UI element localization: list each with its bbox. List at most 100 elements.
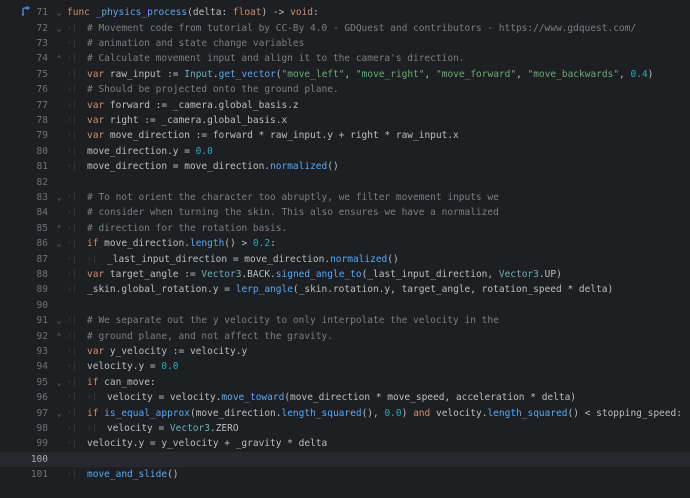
tab-indent-marker: ›| — [67, 238, 77, 248]
tab-indent-marker: ›| — [67, 145, 77, 155]
code-token: forward := _camera.global_basis.z — [109, 99, 299, 111]
code-line[interactable]: 85 ⌃ ›| # direction for the rotation basis. — [0, 221, 690, 236]
code-text: ›| ›| _last_input_direction = move_directi… — [67, 254, 399, 265]
line-number: 86 — [36, 238, 48, 250]
code-token: right := _camera.global_basis.x — [109, 114, 288, 126]
code-text: ›| # We separate out the y velocity to on… — [67, 315, 499, 326]
fold-expand-icon[interactable]: ⌄ — [55, 316, 63, 325]
code-line[interactable]: 78 ›| var right := _camera.global_basis.x — [0, 113, 690, 128]
fold-expand-icon[interactable]: ⌄ — [55, 239, 63, 248]
code-line[interactable]: 95 ⌄ ›| if can_move: — [0, 375, 690, 390]
line-number: 85 — [36, 222, 48, 234]
code-line[interactable]: 76 ›| # Should be projected onto the groun… — [0, 82, 690, 97]
code-line[interactable]: 72 ⌄ ›| # Movement code from tutorial by CC… — [0, 20, 690, 35]
line-number: 83 — [36, 191, 48, 203]
tab-indent-marker: ›| — [67, 361, 77, 371]
line-number: 72 — [36, 22, 48, 34]
code-line[interactable]: 82 — [0, 174, 690, 189]
code-token: length_squared — [281, 407, 362, 419]
fold-expand-icon[interactable]: ⌄ — [55, 193, 63, 202]
code-token: : — [270, 238, 276, 250]
fold-collapse-icon[interactable]: ⌃ — [55, 54, 63, 63]
fold-expand-icon[interactable]: ⌄ — [55, 24, 63, 33]
tab-indent-marker: ›| — [87, 392, 97, 402]
code-token: is_equal_approx — [104, 407, 190, 419]
tab-indent-marker: ›| — [67, 253, 77, 263]
code-line[interactable]: 93 ›| var y_velocity := velocity.y — [0, 344, 690, 359]
code-token: _physics_process — [95, 7, 188, 19]
code-line[interactable] — [0, 482, 690, 497]
code-token: () — [167, 469, 179, 481]
fold-expand-icon[interactable]: ⌄ — [55, 409, 63, 418]
code-line[interactable]: 86 ⌄ ›| if move_direction. length() > 0.2: — [0, 236, 690, 251]
code-token: move_toward — [221, 392, 285, 404]
code-token: ) — [401, 407, 414, 419]
code-line[interactable]: 71 ⌄ func _physics_process (delta: float) -… — [0, 5, 690, 20]
fold-expand-icon[interactable]: ⌄ — [55, 8, 63, 17]
code-token: _last_input_direction = move_direction. — [107, 253, 331, 265]
code-line[interactable]: 74 ⌃ ›| # Calculate movement input and alig… — [0, 51, 690, 66]
code-token: (_last_input_direction, — [361, 268, 499, 280]
code-token: ) — [647, 68, 654, 80]
code-text: ›| if is_equal_approx (move_direction. leng… — [67, 408, 682, 419]
tab-indent-marker: ›| — [67, 99, 77, 109]
tab-indent-marker: ›| — [67, 392, 77, 402]
code-line[interactable]: 73 ›| # animation and state change variabl… — [0, 36, 690, 51]
code-editor[interactable]: 71 ⌄ func _physics_process (delta: float) -… — [0, 0, 690, 492]
code-token: () > — [224, 238, 253, 250]
code-text: ›| move_direction = move_direction. normal… — [67, 161, 339, 172]
line-number: 99 — [36, 438, 48, 450]
code-token: signed_angle_to — [275, 268, 362, 280]
code-token: # Calculate movement input and align it … — [87, 53, 465, 65]
code-line[interactable]: 89 ›| _skin.global_rotation.y = lerp_angle… — [0, 282, 690, 297]
code-line[interactable]: 84 ›| # consider when turning the skin. Th… — [0, 205, 690, 220]
fold-expand-icon[interactable]: ⌄ — [55, 378, 63, 387]
code-line[interactable]: 98 ›| ›| velocity = Vector3 .ZERO — [0, 421, 690, 436]
code-line[interactable]: 79 ›| var move_direction := forward * raw_… — [0, 128, 690, 143]
code-text: ›| # To not orient the character too abru… — [67, 192, 499, 203]
code-token: y_velocity := velocity.y — [109, 345, 248, 357]
code-line[interactable]: 81 ›| move_direction = move_direction. norm… — [0, 159, 690, 174]
code-token: var — [87, 68, 110, 80]
fold-collapse-icon[interactable]: ⌃ — [55, 332, 63, 341]
code-line[interactable]: 90 — [0, 298, 690, 313]
code-line[interactable]: 96 ›| ›| velocity = velocity. move_toward (mo… — [0, 390, 690, 405]
code-text: ›| # Movement code from tutorial by CC-By… — [67, 23, 636, 34]
code-line[interactable]: 94 ›| velocity.y = 0.0 — [0, 359, 690, 374]
code-line[interactable]: 100 — [0, 451, 690, 467]
code-line[interactable]: 80 ›| move_direction.y = 0.0 — [0, 144, 690, 159]
code-line[interactable]: 91 ⌄ ›| # We separate out the y velocity to… — [0, 313, 690, 328]
code-token: () < stopping_speed: — [567, 407, 682, 419]
code-line[interactable]: 99 ›| velocity.y = y_velocity + _gravity *… — [0, 436, 690, 451]
line-number: 90 — [36, 299, 48, 311]
tab-indent-marker: ›| — [87, 422, 97, 432]
code-text: ›| ›| velocity = velocity. move_toward (move… — [67, 392, 576, 403]
code-line[interactable]: 75 ›| var raw_input := Input. get_vector("m… — [0, 67, 690, 82]
code-line[interactable]: 87 ›| ›| _last_input_direction = move_direc… — [0, 251, 690, 266]
fold-collapse-icon[interactable]: ⌃ — [55, 224, 63, 233]
code-token: (delta: — [187, 7, 233, 19]
code-line[interactable]: 88 ›| var target_angle := Vector3 .BACK. sig… — [0, 267, 690, 282]
code-token: ) -> — [261, 7, 291, 19]
code-line[interactable]: 92 ⌃ ›| # ground plane, and not affect the … — [0, 328, 690, 343]
code-token: move_and_slide — [87, 469, 168, 481]
code-text: ›| if can_move: — [67, 377, 156, 388]
code-token: .ZERO — [209, 422, 239, 434]
code-text: ›| velocity.y = y_velocity + _gravity * d… — [67, 438, 327, 449]
code-token: Vector3 — [201, 268, 242, 280]
code-text: ›| # direction for the rotation basis. — [67, 223, 287, 234]
code-line[interactable]: 77 ›| var forward := _camera.global_basis.… — [0, 97, 690, 112]
code-token: (move_direction * move_speed, accelerati… — [284, 392, 577, 404]
tab-indent-marker: ›| — [67, 207, 77, 217]
code-token: move_direction = move_direction. — [87, 161, 271, 173]
code-token: 0.4 — [630, 68, 648, 80]
line-number: 91 — [36, 315, 48, 327]
code-line[interactable]: 101 ›| move_and_slide() — [0, 467, 690, 482]
code-token: , — [424, 68, 436, 80]
code-line[interactable]: 83 ⌄ ›| # To not orient the character too a… — [0, 190, 690, 205]
code-line[interactable]: 97 ⌄ ›| if is_equal_approx (move_direction. l… — [0, 405, 690, 420]
code-token: func — [67, 7, 96, 19]
code-token: 0.0 — [161, 361, 179, 373]
code-token: .UP) — [538, 268, 562, 280]
line-number: 101 — [30, 469, 48, 481]
